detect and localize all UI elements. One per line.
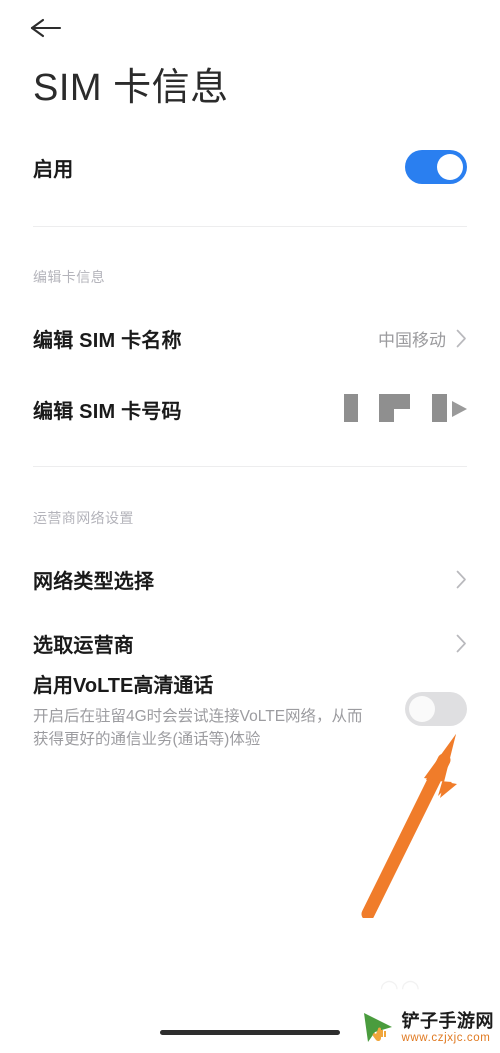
chevron-right-icon bbox=[456, 634, 467, 653]
row-accessory bbox=[405, 150, 467, 184]
home-indicator bbox=[160, 1030, 340, 1035]
site-watermark: 铲子手游网 www.czjxjc.com bbox=[359, 1009, 495, 1047]
row-edit-sim-name[interactable]: 编辑 SIM 卡名称 中国移动 bbox=[0, 317, 500, 359]
section-divider bbox=[33, 466, 467, 467]
enable-sim-toggle[interactable] bbox=[405, 150, 467, 184]
row-edit-sim-number[interactable]: 编辑 SIM 卡号码 bbox=[0, 388, 500, 430]
watermark-text-group: 铲子手游网 www.czjxjc.com bbox=[402, 1012, 495, 1045]
chevron-right-icon bbox=[452, 401, 467, 417]
row-accessory: 中国移动 bbox=[378, 326, 467, 351]
row-network-type-select[interactable]: 网络类型选择 bbox=[0, 558, 500, 600]
row-label-select-carrier: 选取运营商 bbox=[33, 634, 134, 657]
phone-screen: SIM 卡信息 启用 编辑卡信息 编辑 SIM 卡名称 中国移动 编辑 SIM … bbox=[0, 0, 500, 1053]
volte-description: 开启后在驻留4G时会尝试连接VoLTE网络，从而获得更好的通信业务(通话等)体验 bbox=[33, 708, 363, 748]
volte-text-group: 启用VoLTE高清通话 开启后在驻留4G时会尝试连接VoLTE网络，从而获得更好… bbox=[33, 672, 383, 751]
chevron-right-icon bbox=[456, 329, 467, 348]
redaction-block bbox=[379, 394, 410, 422]
redaction-block bbox=[432, 394, 447, 422]
row-enable-sim[interactable]: 启用 bbox=[0, 145, 500, 189]
volte-toggle[interactable] bbox=[405, 692, 467, 726]
chevron-right-icon bbox=[456, 570, 467, 589]
row-label-edit-sim-name: 编辑 SIM 卡名称 bbox=[33, 329, 182, 352]
section-header-edit-card-info: 编辑卡信息 bbox=[33, 269, 105, 285]
toggle-knob bbox=[409, 696, 435, 722]
row-value-carrier: 中国移动 bbox=[378, 330, 446, 350]
page-title: SIM 卡信息 bbox=[33, 67, 229, 109]
watermark-ghost: ◠◠ bbox=[379, 975, 422, 1000]
watermark-url: www.czjxjc.com bbox=[401, 1031, 491, 1044]
redacted-sim-number bbox=[344, 394, 467, 424]
row-label-enable: 启用 bbox=[33, 158, 74, 181]
volte-title: 启用VoLTE高清通话 bbox=[33, 675, 214, 697]
watermark-logo-icon bbox=[359, 1009, 397, 1047]
section-divider bbox=[33, 226, 467, 227]
row-select-carrier[interactable]: 选取运营商 bbox=[0, 622, 500, 664]
row-label-edit-sim-number: 编辑 SIM 卡号码 bbox=[33, 400, 182, 423]
back-arrow-icon[interactable] bbox=[22, 6, 70, 50]
top-app-bar bbox=[0, 0, 500, 56]
row-enable-volte[interactable]: 启用VoLTE高清通话 开启后在驻留4G时会尝试连接VoLTE网络，从而获得更好… bbox=[0, 672, 500, 751]
row-accessory bbox=[456, 570, 467, 589]
row-accessory bbox=[456, 634, 467, 653]
redaction-block bbox=[344, 394, 358, 422]
row-label-network-type: 网络类型选择 bbox=[33, 570, 155, 593]
watermark-site-name: 铲子手游网 bbox=[401, 1010, 494, 1031]
toggle-knob bbox=[437, 154, 463, 180]
section-header-carrier-network: 运营商网络设置 bbox=[33, 510, 134, 526]
